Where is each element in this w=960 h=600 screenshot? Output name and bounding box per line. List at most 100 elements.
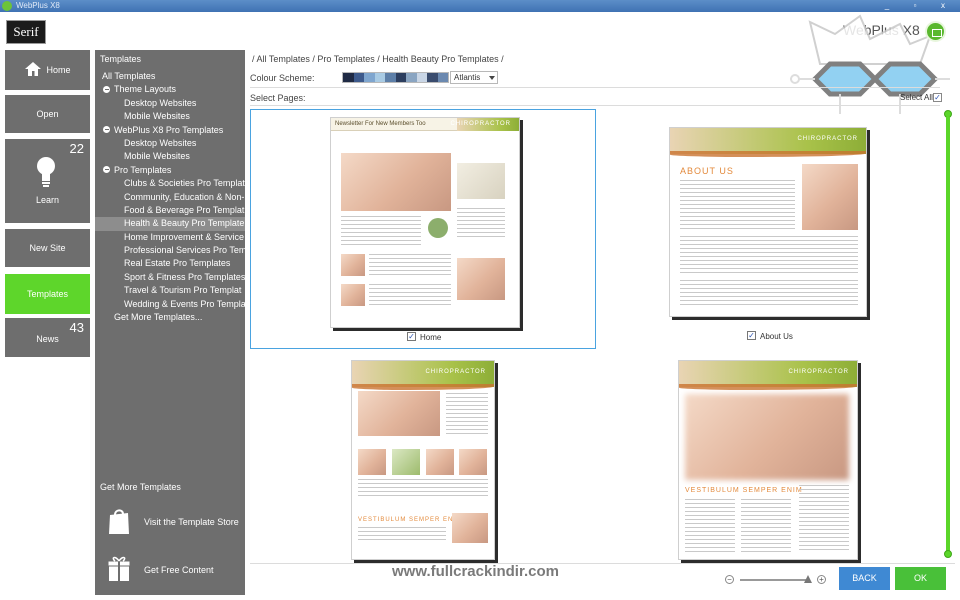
tree-item[interactable]: Get More Templates... [95, 311, 245, 324]
tree-item[interactable]: Travel & Tourism Pro Templat [95, 284, 245, 297]
tree-item[interactable]: Real Estate Pro Templates [95, 257, 245, 270]
banner-title: CHIROPRACTOR [450, 121, 511, 127]
tree-item[interactable]: Wedding & Events Pro Templa [95, 298, 245, 311]
page-checkbox[interactable]: ✓ [407, 332, 416, 341]
gallery-image [358, 449, 386, 475]
lightbulb-icon [37, 157, 55, 187]
tree-item-label: Sport & Fitness Pro Templates [124, 271, 245, 282]
back-button[interactable]: BACK [839, 567, 890, 590]
nav-home-label: Home [46, 65, 71, 75]
page-preview: CHIROPRACTOR ABOUT US [669, 127, 867, 317]
shopping-bag-icon [109, 509, 129, 534]
template-store-link[interactable]: Visit the Template Store [107, 507, 243, 537]
template-tree: All Templates Theme Layouts Desktop Websit… [95, 70, 245, 324]
panel-title: Templates [100, 54, 142, 64]
zoom-in-icon[interactable]: + [817, 575, 826, 584]
colour-swatch [437, 73, 448, 82]
learn-count: 22 [69, 141, 84, 156]
template-store-label: Visit the Template Store [144, 517, 239, 527]
page-thumbnail-3[interactable]: CHIROPRACTOR VESTIBULUM SEMPER ENIM [250, 355, 596, 560]
divider [250, 563, 955, 564]
colour-swatch [406, 73, 417, 82]
tree-item[interactable]: Home Improvement & Service [95, 231, 245, 244]
text-block [680, 236, 858, 276]
app-icon [2, 1, 12, 11]
scroll-track[interactable] [946, 116, 950, 552]
tree-item[interactable]: Food & Beverage Pro Templat [95, 204, 245, 217]
tree-item[interactable]: Desktop Websites [95, 97, 245, 110]
nav-new-site[interactable]: New Site [5, 229, 90, 267]
tree-item-label: Get More Templates... [114, 312, 203, 323]
collapse-icon[interactable] [103, 165, 110, 173]
hero-image [358, 391, 440, 436]
vertical-scrollbar[interactable] [944, 110, 952, 558]
text-block [446, 393, 488, 435]
text-block [369, 254, 451, 278]
website-watermark: www.fullcrackindir.com [392, 563, 559, 580]
nav-home[interactable]: Home [5, 50, 90, 90]
text-block [457, 208, 505, 238]
text-block [741, 499, 791, 553]
nav-open[interactable]: Open [5, 95, 90, 133]
collapse-icon[interactable] [103, 125, 110, 133]
nav-learn[interactable]: 22 Learn [5, 139, 90, 223]
ok-button[interactable]: OK [895, 567, 946, 590]
app-window: WebPlus X8 _ ▫ x Serif WebPlus X8 Home O… [0, 0, 960, 600]
colour-swatch [374, 73, 385, 82]
tree-item[interactable]: Clubs & Societies Pro Templat [95, 177, 245, 190]
tree-item-label: Desktop Websites [124, 97, 197, 108]
nav-new-site-label: New Site [29, 243, 66, 253]
select-all-checkbox[interactable]: ✓ [933, 93, 942, 102]
gallery-image [459, 449, 487, 475]
tree-item[interactable]: Community, Education & Non- [95, 191, 245, 204]
tree-item[interactable]: Mobile Websites [95, 110, 245, 123]
tree-item[interactable]: Desktop Websites [95, 137, 245, 150]
restore-button[interactable]: ▫ [904, 0, 926, 12]
zoom-slider[interactable] [740, 579, 810, 581]
page-thumbnail-about-us[interactable]: CHIROPRACTOR ABOUT US ✓ About Us [600, 109, 940, 349]
tree-item[interactable]: Sport & Fitness Pro Templates [95, 271, 245, 284]
page-label: Home [420, 333, 442, 342]
chevron-down-icon [489, 76, 495, 80]
nav-news[interactable]: 43 News [5, 318, 90, 357]
badge-circle [428, 218, 448, 238]
divider [250, 87, 940, 88]
select-all-label: Select All [900, 93, 933, 102]
massage-image [802, 164, 858, 230]
tree-item-label: Food & Beverage Pro Templat [124, 204, 245, 215]
tree-item[interactable]: WebPlus X8 Pro Templates [95, 124, 245, 137]
page-thumbnail-4[interactable]: CHIROPRACTOR VESTIBULUM SEMPER ENIM [600, 355, 940, 560]
tree-item[interactable]: All Templates [95, 70, 245, 83]
scroll-down-icon[interactable] [944, 550, 952, 558]
page-checkbox[interactable]: ✓ [747, 331, 756, 340]
close-button[interactable]: x [932, 0, 954, 12]
colour-scheme-dropdown[interactable]: Atlantis [450, 71, 498, 84]
product-badge-icon[interactable] [925, 21, 946, 42]
free-content-link[interactable]: Get Free Content [107, 555, 243, 585]
hero-image [685, 394, 849, 480]
zoom-out-icon[interactable]: − [725, 575, 734, 584]
tree-item[interactable]: Mobile Websites [95, 150, 245, 163]
tree-item[interactable]: Pro Templates [95, 164, 245, 177]
colour-swatches[interactable] [342, 72, 449, 83]
banner-arc [679, 384, 857, 390]
nav-templates[interactable]: Templates [5, 274, 90, 314]
free-content-label: Get Free Content [144, 565, 214, 575]
colour-swatch [364, 73, 375, 82]
gallery-image [392, 449, 420, 475]
tree-item-label: Health & Beauty Pro Template [124, 218, 245, 229]
minimize-button[interactable]: _ [876, 0, 898, 12]
text-block [799, 485, 849, 553]
tree-item[interactable]: Health & Beauty Pro Template [95, 217, 245, 231]
colour-swatch [395, 73, 406, 82]
tree-item-label: All Templates [102, 71, 156, 81]
colour-swatch [343, 73, 354, 82]
tree-item[interactable]: Theme Layouts [95, 83, 245, 96]
zoom-slider-handle[interactable] [804, 575, 812, 583]
tree-item[interactable]: Professional Services Pro Tem [95, 244, 245, 257]
page-thumbnail-home[interactable]: Newsletter For New Members Too CHIROPRAC… [250, 109, 596, 349]
collapse-icon[interactable] [103, 85, 110, 93]
text-block [358, 527, 446, 541]
tree-item-label: Desktop Websites [124, 137, 197, 148]
nav-templates-label: Templates [26, 289, 69, 299]
